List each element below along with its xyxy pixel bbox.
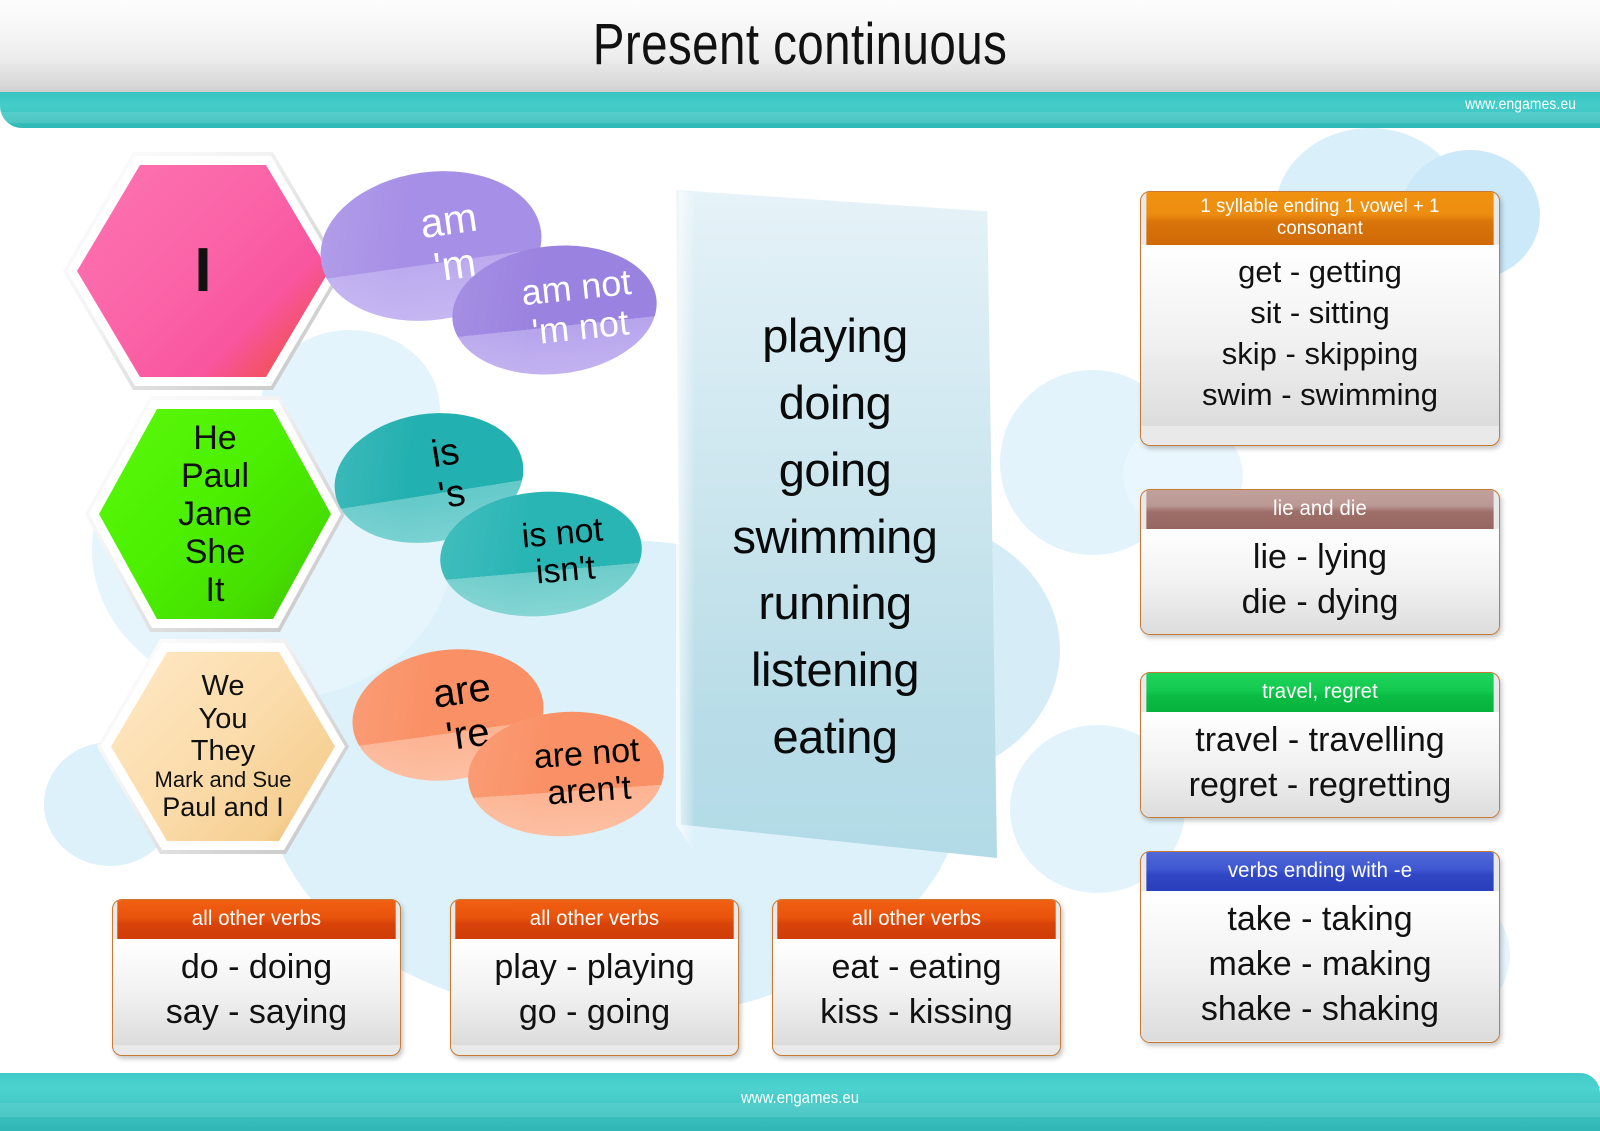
rule-card-title: 1 syllable ending 1 vowel + 1 consonant — [1146, 192, 1494, 245]
subject-line: It — [205, 571, 225, 610]
verb-item: running — [758, 576, 912, 630]
aux-negative-short: 'm not — [530, 301, 631, 353]
rule-example: get - getting — [1238, 253, 1402, 289]
other-verbs-title: all other verbs — [117, 900, 396, 939]
rule-card-body: travel - travelling regret - regretting — [1141, 711, 1499, 817]
other-verbs-card-3: all other verbs eat - eating kiss - kiss… — [772, 899, 1061, 1056]
aux-bubble-are-not: are not aren't — [463, 705, 669, 843]
verb-item: going — [778, 442, 892, 496]
other-verbs-example: kiss - kissing — [820, 992, 1013, 1031]
rule-example: take - taking — [1227, 899, 1413, 938]
subject-hexagon-we: We You They Mark and Sue Paul and I — [97, 639, 349, 854]
rule-card-ending-e: verbs ending with -e take - taking make … — [1140, 851, 1500, 1043]
verb-item: playing — [762, 309, 908, 363]
aux-bubble-am-not: am not 'm not — [445, 235, 664, 385]
rule-card-body: lie - lying die - dying — [1141, 528, 1499, 634]
subject-line: Mark and Sue — [154, 766, 292, 792]
rule-example: regret - regretting — [1188, 765, 1452, 804]
other-verbs-example: go - going — [518, 992, 671, 1031]
subject-line: She — [184, 533, 246, 572]
other-verbs-title: all other verbs — [777, 900, 1056, 939]
rule-example: lie - lying — [1252, 537, 1388, 576]
other-verbs-example: play - playing — [494, 947, 695, 986]
page-title: Present continuous — [592, 12, 1008, 77]
aux-positive-long: is — [428, 430, 463, 477]
subject-line: You — [198, 702, 248, 735]
rule-card-lie-die: lie and die lie - lying die - dying — [1140, 489, 1500, 635]
aux-bubble-text: is not isn't — [435, 483, 647, 624]
aux-bubble-text: am not 'm not — [446, 236, 663, 385]
other-verbs-body: play - playing go - going — [451, 938, 738, 1045]
subject-line: Jane — [178, 494, 252, 533]
aux-bubble-is-not: is not isn't — [434, 483, 648, 625]
rule-card-travel-regret: travel, regret travel - travelling regre… — [1140, 672, 1500, 818]
verb-item: listening — [751, 643, 919, 697]
subject-line: Paul and I — [162, 792, 284, 823]
aux-bubble-text: are not aren't — [464, 705, 668, 842]
other-verbs-body: do - doing say - saying — [113, 938, 400, 1045]
verb-item: swimming — [732, 509, 938, 563]
rule-example: make - making — [1208, 944, 1432, 983]
teal-header-band — [0, 92, 1600, 128]
rule-card-title: travel, regret — [1146, 673, 1494, 712]
other-verbs-card-2: all other verbs play - playing go - goin… — [450, 899, 739, 1056]
site-url-top: www.engames.eu — [1464, 96, 1576, 113]
subject-hexagon-i: I — [63, 152, 343, 390]
subject-hexagon-he: He Paul Jane She It — [85, 396, 345, 632]
infographic-canvas: Present continuous www.engames.eu I He P… — [0, 0, 1600, 1131]
other-verbs-example: eat - eating — [831, 947, 1002, 986]
verb-list: playing doing going swimming running lis… — [676, 190, 994, 858]
rule-example: shake - shaking — [1200, 989, 1440, 1028]
verb-item: doing — [778, 376, 892, 430]
other-verbs-body: eat - eating kiss - kissing — [773, 938, 1060, 1045]
rule-example: skip - skipping — [1221, 336, 1419, 372]
rule-card-body: get - getting sit - sitting skip - skipp… — [1141, 244, 1499, 426]
subject-line: Paul — [180, 456, 250, 495]
subject-line: They — [190, 735, 256, 768]
rule-card-title: verbs ending with -e — [1146, 852, 1494, 891]
other-verbs-title: all other verbs — [455, 900, 734, 939]
other-verbs-example: say - saying — [165, 992, 348, 1031]
other-verbs-example: do - doing — [180, 947, 333, 986]
subject-line: He — [193, 418, 237, 457]
subject-line: We — [201, 670, 245, 703]
site-url-bottom: www.engames.eu — [740, 1088, 860, 1107]
rule-example: sit - sitting — [1250, 295, 1390, 331]
rule-card-title: lie and die — [1146, 490, 1494, 529]
rule-example: travel - travelling — [1195, 720, 1445, 759]
other-verbs-card-1: all other verbs do - doing say - saying — [112, 899, 401, 1056]
rule-card-body: take - taking make - making shake - shak… — [1141, 890, 1499, 1042]
rule-example: swim - swimming — [1202, 377, 1438, 413]
verb-item: eating — [772, 709, 898, 763]
title-bar: Present continuous — [0, 0, 1600, 93]
verb-forms-panel: playing doing going swimming running lis… — [676, 190, 997, 858]
rule-card-one-syllable: 1 syllable ending 1 vowel + 1 consonant … — [1140, 191, 1500, 446]
aux-negative-short: aren't — [545, 768, 633, 813]
aux-negative-short: isn't — [534, 548, 597, 592]
subject-label-i: I — [194, 236, 212, 306]
rule-example: die - dying — [1241, 582, 1399, 621]
